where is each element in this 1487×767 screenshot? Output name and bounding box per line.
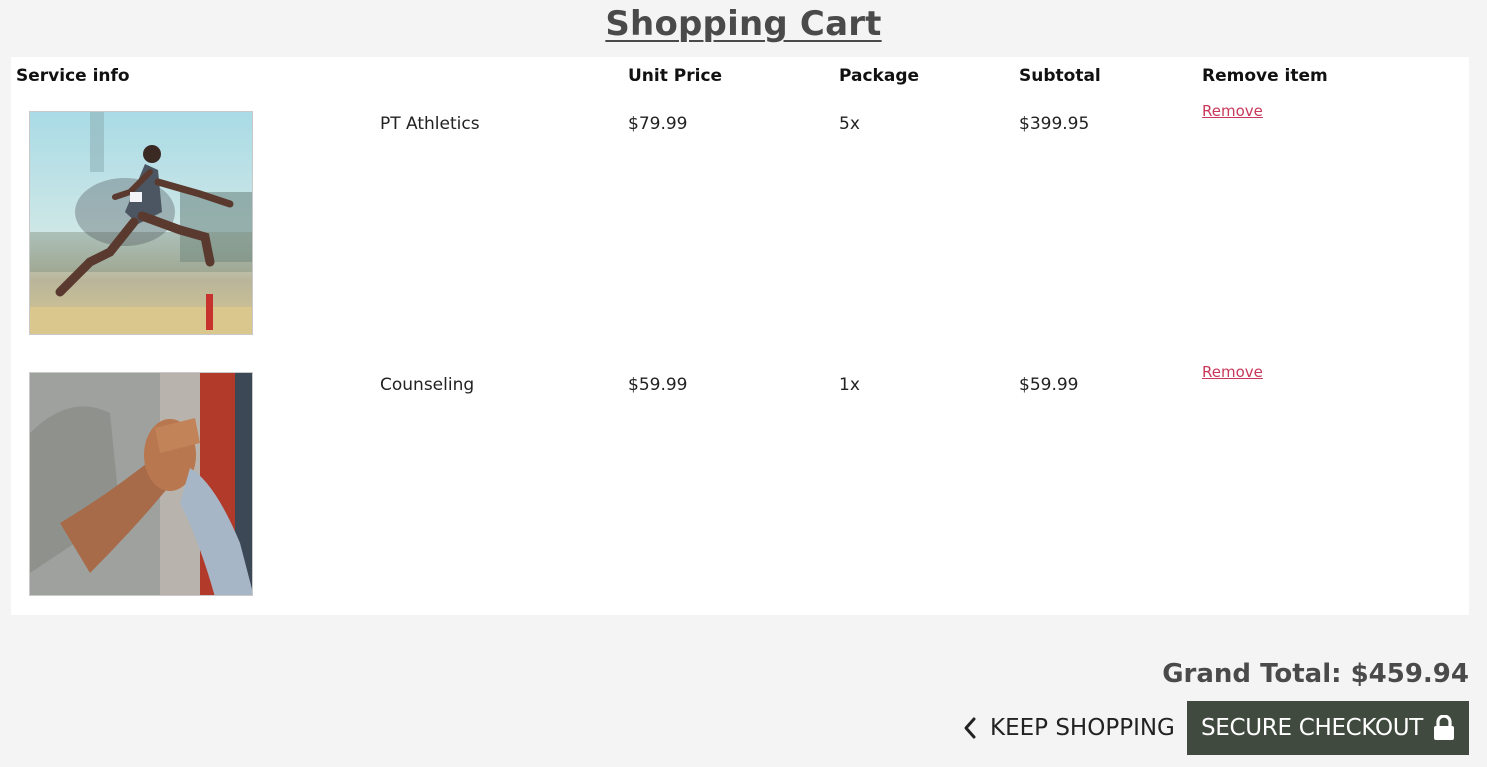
remove-link[interactable]: Remove: [1202, 102, 1263, 120]
header-unit-price: Unit Price: [628, 66, 723, 86]
remove-link[interactable]: Remove: [1202, 363, 1263, 381]
secure-checkout-button[interactable]: SECURE CHECKOUT: [1187, 701, 1469, 755]
cart-table: Service info Unit Price Package Subtotal…: [11, 57, 1469, 615]
checkout-label: SECURE CHECKOUT: [1200, 715, 1424, 741]
header-package: Package: [839, 66, 920, 86]
header-remove-item: Remove item: [1202, 66, 1328, 86]
item-unit-price: $79.99: [628, 114, 688, 134]
lock-icon: [1433, 715, 1455, 741]
page-title: Shopping Cart: [605, 4, 882, 44]
keep-shopping-button[interactable]: KEEP SHOPPING: [962, 701, 1175, 755]
item-package: 1x: [839, 375, 860, 395]
item-subtotal: $59.99: [1019, 375, 1079, 395]
keep-shopping-label: KEEP SHOPPING: [990, 715, 1175, 741]
athlete-hurdle-photo: [29, 111, 253, 335]
header-service-info: Service info: [16, 66, 130, 86]
header-subtotal: Subtotal: [1019, 66, 1101, 86]
item-name: Counseling: [380, 375, 475, 395]
item-subtotal: $399.95: [1019, 114, 1090, 134]
item-unit-price: $59.99: [628, 375, 688, 395]
grand-total: Grand Total: $459.94: [1162, 659, 1469, 689]
handshake-photo: [29, 372, 253, 596]
item-package: 5x: [839, 114, 860, 134]
chevron-left-icon: [962, 716, 978, 740]
item-name: PT Athletics: [380, 114, 480, 134]
